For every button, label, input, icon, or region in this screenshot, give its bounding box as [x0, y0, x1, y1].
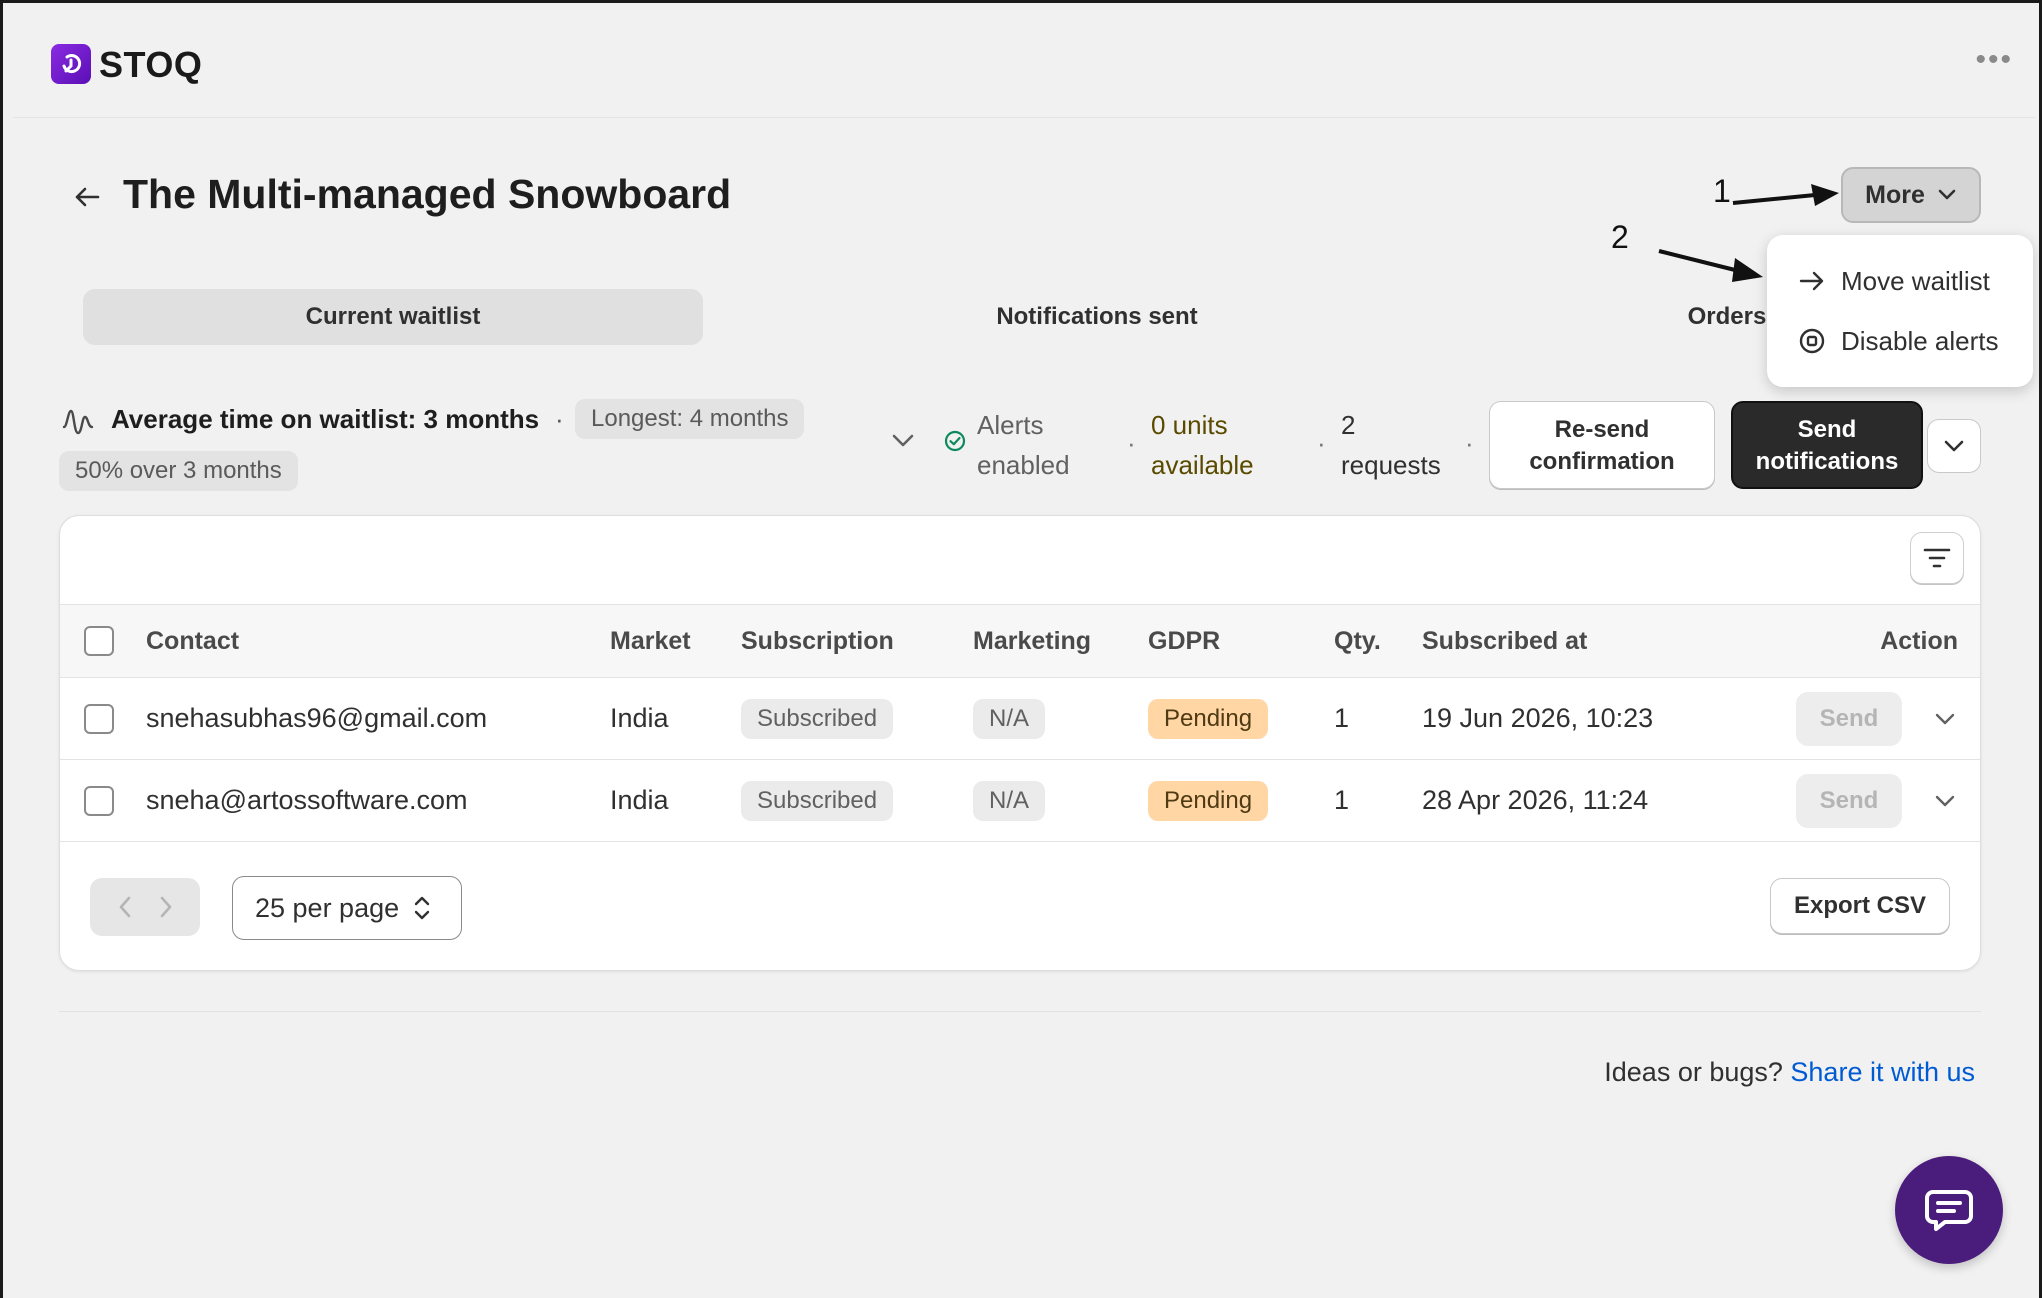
units-available: 0 units available — [1151, 405, 1254, 485]
chat-button[interactable] — [1895, 1156, 2003, 1264]
separator-dot: · — [555, 404, 564, 434]
requests-count-line: requests — [1341, 450, 1441, 480]
marketing-badge: N/A — [973, 698, 1046, 739]
column-header-marketing[interactable]: Marketing — [973, 605, 1091, 677]
marketing-badge: N/A — [973, 780, 1046, 821]
select-caret-icon — [414, 896, 430, 920]
page-title: The Multi-managed Snowboard — [123, 171, 732, 217]
stoq-logo-icon — [51, 44, 91, 84]
tab-bar: Current waitlist Notifications sent Orde… — [83, 289, 1963, 345]
more-horizontal-icon[interactable]: ••• — [1975, 45, 2013, 75]
send-button[interactable]: Send — [1796, 691, 1902, 746]
over-chip: 50% over 3 months — [59, 451, 298, 491]
subscribed-at-value: 28 Apr 2026, 11:24 — [1422, 785, 1649, 815]
separator-dot: · — [1317, 428, 1326, 458]
more-button[interactable]: More — [1841, 167, 1981, 223]
send-button[interactable]: Send — [1796, 773, 1902, 828]
chevron-down-icon[interactable] — [891, 433, 915, 449]
button-label-line: Send — [1797, 416, 1857, 443]
waitlist-card: Contact Market Subscription Marketing GD… — [59, 515, 1981, 971]
per-page-value: 25 per page — [255, 892, 400, 923]
share-feedback-link[interactable]: Share it with us — [1790, 1057, 1975, 1087]
check-circle-icon — [944, 430, 966, 452]
alerts-status-line: enabled — [977, 450, 1070, 480]
separator-dot: · — [1465, 428, 1474, 458]
annotation-arrow-1 — [1732, 184, 1839, 206]
tab-notifications-sent[interactable]: Notifications sent — [787, 289, 1407, 345]
qty-value: 1 — [1334, 703, 1350, 733]
send-notifications-button[interactable]: Send notifications — [1731, 401, 1923, 489]
gdpr-badge: Pending — [1148, 780, 1269, 821]
chevron-down-icon — [1944, 440, 1964, 452]
row-checkbox[interactable] — [84, 703, 114, 734]
button-label-line: notifications — [1755, 448, 1899, 475]
row-checkbox[interactable] — [84, 785, 114, 816]
subscribed-at-value: 19 Jun 2026, 10:23 — [1422, 703, 1654, 733]
select-all-checkbox[interactable] — [84, 626, 114, 656]
tab-current-waitlist[interactable]: Current waitlist — [83, 289, 703, 345]
back-button[interactable] — [69, 179, 105, 215]
alerts-status: Alerts enabled — [977, 405, 1070, 485]
app-bar: STOQ ••• — [13, 6, 2035, 118]
app-name: STOQ — [99, 44, 203, 85]
column-header-subscription[interactable]: Subscription — [741, 605, 894, 677]
filter-button[interactable] — [1910, 532, 1964, 584]
requests-count-line: 2 — [1341, 410, 1356, 440]
column-header-action: Action — [1880, 626, 1958, 655]
resend-confirmation-button[interactable]: Re-send confirmation — [1489, 401, 1715, 489]
alerts-status-line: Alerts — [977, 410, 1044, 440]
column-header-contact[interactable]: Contact — [146, 605, 239, 677]
column-header-gdpr[interactable]: GDPR — [1148, 605, 1220, 677]
export-csv-button[interactable]: Export CSV — [1770, 878, 1950, 934]
pagination — [90, 878, 200, 936]
divider — [59, 1011, 1981, 1012]
table-row: snehasubhas96@gmail.com India Subscribed… — [60, 678, 1980, 760]
market-value: India — [610, 785, 669, 815]
subscription-badge: Subscribed — [741, 698, 894, 739]
chevron-left-icon[interactable] — [117, 895, 133, 919]
button-label-line: confirmation — [1529, 448, 1675, 475]
arrow-left-icon — [75, 187, 100, 207]
chevron-right-icon[interactable] — [158, 895, 174, 919]
more-button-label: More — [1865, 180, 1925, 209]
separator-dot: · — [1127, 428, 1136, 458]
row-expand-button[interactable] — [1934, 760, 1956, 841]
chevron-down-icon — [1938, 189, 1956, 200]
column-header-market[interactable]: Market — [610, 605, 691, 677]
market-value: India — [610, 703, 669, 733]
contact-email: snehasubhas96@gmail.com — [146, 703, 488, 733]
table-row: sneha@artossoftware.com India Subscribed… — [60, 760, 1980, 842]
footer-feedback: Ideas or bugs? Share it with us — [1604, 1057, 1975, 1088]
subscription-badge: Subscribed — [741, 780, 894, 821]
annotation-number-2: 2 — [1611, 219, 1629, 255]
filter-icon — [1923, 548, 1951, 568]
requests-count: 2 requests — [1341, 405, 1441, 485]
column-header-qty[interactable]: Qty. — [1334, 605, 1381, 677]
gdpr-badge: Pending — [1148, 698, 1269, 739]
units-available-line: available — [1151, 450, 1254, 480]
row-expand-button[interactable] — [1934, 678, 1956, 759]
app-window: STOQ ••• The Multi-managed Snowboard 1 2… — [0, 0, 2042, 1298]
contact-email: sneha@artossoftware.com — [146, 785, 468, 815]
chevron-down-icon — [1935, 713, 1955, 724]
column-header-subscribed-at[interactable]: Subscribed at — [1422, 605, 1587, 677]
longest-chip: Longest: 4 months — [575, 399, 805, 439]
table-header: Contact Market Subscription Marketing GD… — [60, 604, 1980, 678]
annotation-arrow-2 — [1658, 249, 1763, 282]
average-time-text: Average time on waitlist: 3 months — [111, 404, 540, 434]
chat-icon — [1925, 1190, 1973, 1231]
per-page-select[interactable]: 25 per page — [232, 876, 462, 940]
units-available-line: 0 units — [1151, 410, 1228, 440]
chevron-down-icon — [1935, 795, 1955, 806]
send-options-button[interactable] — [1927, 419, 1981, 473]
button-label-line: Re-send — [1554, 416, 1650, 443]
tab-orders[interactable]: Orders — [1483, 289, 1971, 345]
footer-text: Ideas or bugs? — [1604, 1057, 1783, 1087]
qty-value: 1 — [1334, 785, 1350, 815]
activity-icon — [62, 409, 94, 435]
